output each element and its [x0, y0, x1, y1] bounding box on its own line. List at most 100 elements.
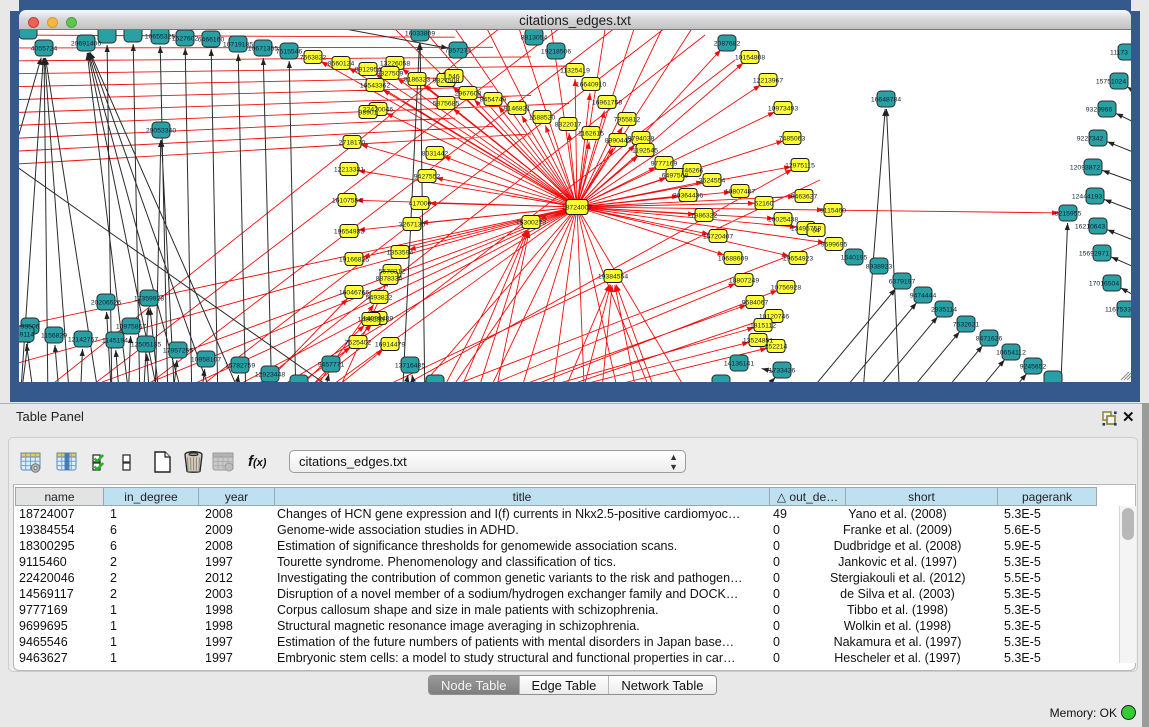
svg-text:2087682: 2087682 — [714, 40, 741, 47]
svg-text:1145194: 1145194 — [102, 337, 128, 344]
svg-text:10958107: 10958107 — [191, 356, 221, 363]
svg-text:9227342: 9227342 — [1077, 135, 1104, 142]
svg-text:7663822: 7663822 — [300, 54, 327, 61]
svg-text:10688609: 10688609 — [718, 255, 748, 262]
svg-text:17359928: 17359928 — [134, 295, 164, 302]
svg-text:12444193: 12444193 — [1072, 193, 1102, 200]
svg-text:6379197: 6379197 — [889, 278, 916, 285]
svg-text:1167533: 1167533 — [1105, 306, 1131, 313]
svg-text:16914479: 16914479 — [375, 341, 405, 348]
svg-text:19654933: 19654933 — [334, 228, 364, 235]
svg-text:9146821: 9146821 — [504, 105, 531, 112]
svg-text:9794028: 9794028 — [628, 135, 655, 142]
svg-text:64: 64 — [812, 227, 820, 234]
svg-text:93506: 93506 — [21, 323, 40, 330]
svg-text:62160: 62160 — [755, 200, 774, 207]
svg-text:9463627: 9463627 — [791, 193, 818, 200]
svg-text:6466160: 6466160 — [198, 36, 225, 43]
svg-text:4055724: 4055724 — [31, 45, 58, 52]
svg-text:1640195: 1640195 — [841, 254, 868, 261]
svg-text:10975857: 10975857 — [116, 323, 146, 330]
svg-text:9684067: 9684067 — [742, 299, 769, 306]
svg-text:8186323: 8186323 — [404, 76, 431, 83]
svg-text:1588520: 1588520 — [529, 114, 556, 121]
svg-text:11173: 11173 — [1110, 49, 1128, 56]
svg-text:15692971: 15692971 — [1079, 250, 1109, 257]
svg-text:7955812: 7955812 — [614, 116, 641, 123]
svg-text:9327509: 9327509 — [377, 70, 404, 77]
svg-text:2718170: 2718170 — [339, 139, 366, 146]
svg-text:8660124: 8660124 — [328, 60, 355, 67]
svg-text:20364436: 20364436 — [673, 192, 703, 199]
svg-text:546: 546 — [448, 73, 460, 80]
svg-text:1162615: 1162615 — [578, 130, 604, 137]
svg-text:8471626: 8471626 — [976, 335, 1003, 342]
svg-text:1498233: 1498233 — [358, 316, 385, 323]
svg-text:7357274: 7357274 — [445, 47, 472, 54]
svg-text:9427552: 9427552 — [414, 173, 441, 180]
svg-text:11325419: 11325419 — [560, 67, 590, 74]
svg-text:13716485: 13716485 — [395, 362, 425, 369]
svg-text:8454749: 8454749 — [480, 96, 507, 103]
svg-text:17957255: 17957255 — [163, 347, 193, 354]
svg-text:29053340: 29053340 — [146, 127, 176, 134]
svg-text:20691406: 20691406 — [71, 40, 101, 47]
svg-text:15751024: 15751024 — [1096, 78, 1126, 85]
svg-text:17016504: 17016504 — [1089, 280, 1119, 287]
svg-text:12142757: 12142757 — [68, 336, 98, 343]
svg-text:10655325: 10655325 — [145, 33, 175, 40]
svg-text:7625402: 7625402 — [345, 339, 372, 346]
svg-text:12923448: 12923448 — [255, 371, 285, 378]
svg-text:746266: 746266 — [681, 167, 704, 174]
svg-text:3267130: 3267130 — [399, 221, 426, 228]
svg-text:16648784: 16648784 — [871, 96, 901, 103]
svg-text:2967608: 2967608 — [455, 90, 482, 97]
svg-text:10671355: 10671355 — [248, 45, 278, 52]
svg-text:1156829: 1156829 — [41, 332, 67, 339]
svg-text:10154808: 10154808 — [735, 54, 765, 61]
svg-text:1353594: 1353594 — [387, 249, 414, 256]
svg-text:8878334: 8878334 — [376, 275, 403, 282]
svg-text:7485063: 7485063 — [779, 135, 806, 142]
svg-text:5493822: 5493822 — [366, 294, 393, 301]
svg-text:9245652: 9245652 — [1020, 363, 1047, 370]
svg-text:98901: 98901 — [359, 109, 378, 116]
svg-text:16210643: 16210643 — [1075, 223, 1105, 230]
svg-text:10120746: 10120746 — [759, 313, 789, 320]
svg-text:18807249: 18807249 — [729, 277, 759, 284]
svg-text:10807487: 10807487 — [725, 188, 755, 195]
svg-text:12975115: 12975115 — [785, 162, 815, 169]
svg-text:8215955: 8215955 — [1055, 210, 1082, 217]
svg-text:3624554: 3624554 — [699, 177, 726, 184]
svg-text:9457771: 9457771 — [318, 361, 345, 368]
svg-text:1815112: 1815112 — [750, 322, 776, 329]
svg-text:12093872: 12093872 — [1070, 164, 1100, 171]
svg-text:13226058: 13226058 — [380, 60, 410, 67]
svg-text:9777169: 9777169 — [651, 160, 678, 167]
svg-text:5578312: 5578312 — [379, 268, 406, 275]
svg-text:9699695: 9699695 — [821, 241, 848, 248]
svg-text:19166825: 19166825 — [339, 256, 369, 263]
svg-text:10654112: 10654112 — [996, 349, 1026, 356]
svg-text:16640910: 16640910 — [576, 81, 606, 88]
svg-text:7515546: 7515546 — [276, 48, 303, 55]
svg-text:1733426: 1733426 — [769, 367, 796, 374]
svg-text:18724007: 18724007 — [562, 204, 592, 211]
svg-text:9115460: 9115460 — [820, 207, 846, 214]
svg-text:417006: 417006 — [409, 200, 432, 207]
svg-text:16961758: 16961758 — [592, 99, 622, 106]
svg-text:16107554: 16107554 — [332, 197, 362, 204]
svg-text:7986322: 7986322 — [691, 212, 718, 219]
svg-text:16046766: 16046766 — [339, 289, 369, 296]
svg-text:19218506: 19218506 — [541, 48, 571, 55]
svg-text:7632621: 7632621 — [953, 321, 980, 328]
svg-text:252214: 252214 — [765, 343, 788, 350]
svg-text:16033809: 16033809 — [405, 30, 435, 37]
svg-text:8938923: 8938923 — [866, 263, 893, 270]
svg-text:8813054: 8813054 — [521, 34, 548, 41]
svg-text:12213967: 12213967 — [753, 77, 783, 84]
svg-text:39114: 39114 — [19, 331, 34, 338]
svg-text:10756928: 10756928 — [771, 284, 801, 291]
svg-text:14136141: 14136141 — [724, 360, 754, 367]
svg-text:19384554: 19384554 — [598, 273, 628, 280]
